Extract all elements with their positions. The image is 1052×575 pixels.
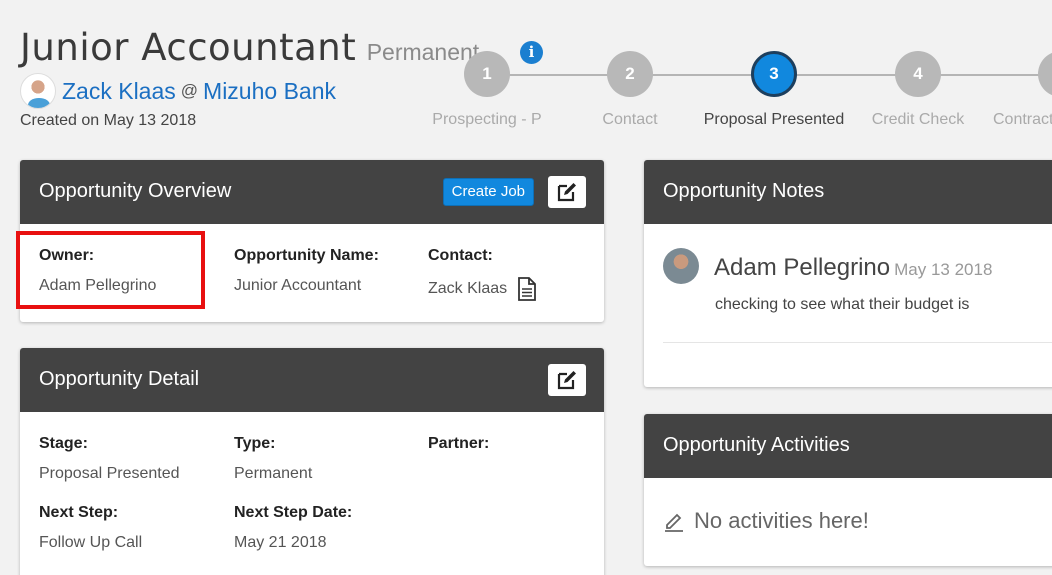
contact-value[interactable]: Zack Klaas [428, 280, 507, 298]
stage-value: Proposal Presented [39, 465, 180, 482]
create-job-button[interactable]: Create Job [442, 178, 534, 206]
step-number[interactable]: 5 [1038, 51, 1052, 97]
partner-field: Partner: [428, 435, 489, 453]
card-header: Opportunity Notes [644, 160, 1052, 224]
edit-icon [557, 183, 576, 202]
edit-overview-button[interactable] [548, 176, 586, 208]
note-author-line: Adam Pellegrino May 13 2018 [714, 254, 992, 282]
note-date: May 13 2018 [894, 260, 993, 279]
card-title: Opportunity Overview [39, 180, 232, 202]
next-step-field: Next Step: Follow Up Call [39, 504, 142, 552]
type-field: Type: Permanent [234, 435, 312, 483]
opportunity-activities-card: Opportunity Activities No activities her… [644, 414, 1052, 566]
next-step-date-field: Next Step Date: May 21 2018 [234, 504, 352, 552]
edit-icon [557, 371, 576, 390]
step-label: Proposal Presented [703, 111, 845, 128]
contact-value-row: Zack Klaas [428, 277, 537, 301]
opportunity-name-field: Opportunity Name: Junior Accountant [234, 247, 379, 295]
step-number[interactable]: 3 [751, 51, 797, 97]
card-header: Opportunity Detail [20, 348, 604, 412]
next-step-date-label: Next Step Date: [234, 504, 353, 521]
card-header: Opportunity Activities [644, 414, 1052, 478]
owner-highlight-box [16, 231, 205, 309]
card-title: Opportunity Activities [663, 434, 850, 456]
stage-stepper: 1 Prospecting - P 2 Contact 3 Proposal P… [0, 0, 1052, 160]
opportunity-detail-card: Opportunity Detail Stage: Proposal Prese… [20, 348, 604, 575]
pencil-icon [665, 513, 683, 532]
step-contract-clip: 5 Contract [986, 51, 1052, 161]
step-label: Prospecting - P [432, 111, 542, 128]
next-step-label: Next Step: [39, 504, 119, 521]
step-number[interactable]: 4 [895, 51, 941, 97]
document-icon[interactable] [517, 277, 537, 301]
step-number[interactable]: 2 [607, 51, 653, 97]
edit-detail-button[interactable] [548, 364, 586, 396]
note-author: Adam Pellegrino [714, 254, 891, 281]
empty-activities-text: No activities here! [694, 508, 869, 533]
card-header: Opportunity Overview Create Job [20, 160, 604, 224]
empty-activities-message: No activities here! [663, 508, 869, 534]
step-label: Credit Check [871, 111, 965, 128]
step-number[interactable]: 1 [464, 51, 510, 97]
stage-field: Stage: Proposal Presented [39, 435, 180, 483]
contact-label: Contact: [428, 247, 493, 264]
step-label: Contact [602, 111, 658, 128]
opportunity-name-label: Opportunity Name: [234, 247, 379, 264]
partner-label: Partner: [428, 435, 490, 452]
note-text: checking to see what their budget is [715, 296, 970, 313]
stage-label: Stage: [39, 435, 88, 452]
contact-field: Contact: Zack Klaas [428, 247, 537, 301]
type-value: Permanent [234, 465, 313, 482]
type-label: Type: [234, 435, 276, 452]
note-divider [663, 342, 1052, 343]
step-label: Contract [993, 111, 1052, 128]
card-title: Opportunity Notes [663, 180, 825, 202]
card-title: Opportunity Detail [39, 368, 200, 390]
opportunity-notes-card: Opportunity Notes Adam Pellegrino May 13 … [644, 160, 1052, 387]
next-step-value: Follow Up Call [39, 534, 143, 551]
opportunity-name-value: Junior Accountant [234, 277, 362, 294]
avatar [663, 248, 699, 284]
next-step-date-value: May 21 2018 [234, 534, 327, 551]
